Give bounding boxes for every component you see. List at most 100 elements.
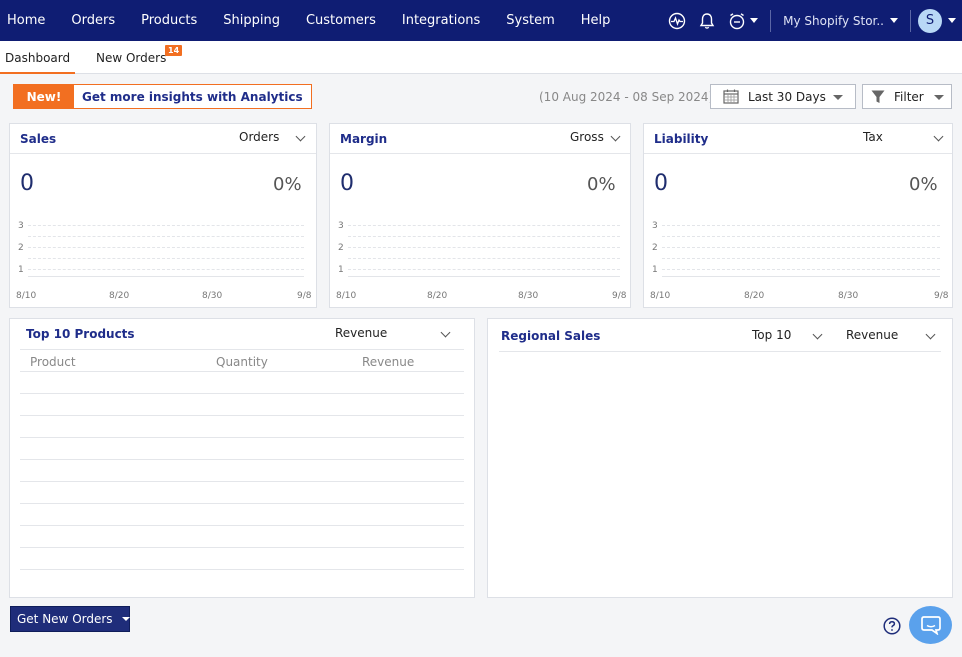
nav-right-tools: My Shopify Stor.. S — [668, 0, 962, 41]
grid-line — [348, 258, 620, 259]
grid-line — [662, 269, 940, 270]
regional-top-select[interactable]: Top 10 — [752, 328, 791, 342]
y-tick: 3 — [338, 221, 344, 231]
promo-text[interactable]: Get more insights with Analytics — [74, 85, 311, 108]
x-tick: 9/8 — [934, 291, 949, 301]
tab-new-orders[interactable]: New Orders — [96, 51, 166, 65]
top-products-title: Top 10 Products — [26, 327, 135, 341]
x-tick: 9/8 — [297, 291, 312, 301]
chevron-down-icon[interactable] — [610, 131, 621, 142]
tab-dashboard[interactable]: Dashboard — [0, 51, 76, 74]
y-tick: 2 — [18, 243, 24, 253]
regional-sales-title: Regional Sales — [501, 329, 601, 343]
nav-help[interactable]: Help — [581, 13, 611, 28]
x-axis-line — [28, 276, 304, 277]
nav-system[interactable]: System — [506, 13, 554, 28]
sales-metric-select[interactable]: Orders — [239, 130, 279, 144]
x-tick: 8/10 — [650, 291, 671, 301]
table-row — [20, 437, 464, 438]
chat-icon — [920, 615, 942, 635]
margin-card: Margin Gross 0 0% 3 2 1 8/10 8/20 8/30 9… — [329, 123, 631, 308]
nav-customers[interactable]: Customers — [306, 13, 376, 28]
chevron-down-icon — [890, 18, 898, 23]
top-products-metric-select[interactable]: Revenue — [335, 326, 387, 340]
nav-products[interactable]: Products — [141, 13, 197, 28]
chevron-down-icon[interactable] — [121, 617, 130, 621]
period-label: Last 30 Days — [748, 89, 826, 104]
grid-line — [662, 236, 940, 237]
liability-title: Liability — [654, 132, 709, 146]
period-select[interactable]: Last 30 Days — [710, 84, 856, 109]
sales-value: 0 — [20, 171, 34, 196]
top-nav: Home Orders Products Shipping Customers … — [0, 0, 962, 41]
x-tick: 8/20 — [427, 291, 448, 301]
liability-metric-select[interactable]: Tax — [863, 130, 883, 144]
store-name: My Shopify Stor.. — [783, 13, 884, 28]
y-tick: 1 — [18, 265, 24, 275]
x-tick: 8/10 — [16, 291, 37, 301]
sales-card: Sales Orders 0 0% 3 2 1 8/10 8/20 8/30 9… — [9, 123, 317, 308]
analytics-promo[interactable]: New! Get more insights with Analytics — [13, 84, 312, 109]
grid-line — [662, 247, 940, 248]
chevron-down-icon[interactable] — [750, 18, 759, 23]
divider — [10, 153, 316, 154]
column-header-product[interactable]: Product — [30, 355, 76, 369]
get-new-orders-button[interactable]: Get New Orders — [10, 606, 130, 632]
table-row — [20, 415, 464, 416]
grid-line — [28, 236, 304, 237]
nav-home[interactable]: Home — [7, 13, 45, 28]
chevron-down-icon[interactable] — [933, 131, 944, 142]
margin-title: Margin — [340, 132, 388, 146]
alarm-clock-icon[interactable] — [728, 12, 746, 30]
sales-title: Sales — [20, 132, 57, 146]
liability-change: 0% — [909, 174, 938, 195]
chevron-down-icon — [934, 95, 944, 100]
chevron-down-icon[interactable] — [812, 329, 823, 340]
x-axis-line — [662, 276, 940, 277]
x-tick: 8/20 — [109, 291, 130, 301]
table-row — [20, 569, 464, 570]
calendar-icon — [723, 89, 739, 104]
x-tick: 8/30 — [202, 291, 223, 301]
bell-icon[interactable] — [698, 12, 716, 30]
new-orders-badge: 14 — [165, 45, 183, 56]
x-tick: 9/8 — [612, 291, 627, 301]
filter-button[interactable]: Filter — [862, 84, 952, 109]
promo-new-label: New! — [14, 85, 74, 108]
divider — [330, 153, 630, 154]
grid-line — [28, 225, 304, 226]
divider — [644, 153, 952, 154]
chevron-down-icon[interactable] — [925, 329, 936, 340]
grid-line — [28, 247, 304, 248]
column-header-quantity[interactable]: Quantity — [216, 355, 268, 369]
chevron-down-icon[interactable] — [440, 327, 451, 338]
x-tick: 8/30 — [838, 291, 859, 301]
y-tick: 3 — [652, 221, 658, 231]
y-tick: 2 — [338, 243, 344, 253]
margin-metric-select[interactable]: Gross — [570, 130, 604, 144]
column-header-revenue[interactable]: Revenue — [362, 355, 414, 369]
chat-button[interactable] — [909, 606, 952, 644]
nav-integrations[interactable]: Integrations — [402, 13, 480, 28]
x-tick: 8/20 — [744, 291, 765, 301]
chevron-down-icon[interactable] — [948, 18, 956, 23]
nav-shipping[interactable]: Shipping — [223, 13, 280, 28]
divider — [499, 351, 941, 352]
liability-value: 0 — [654, 171, 668, 196]
store-selector[interactable]: My Shopify Stor.. — [783, 14, 898, 28]
nav-orders[interactable]: Orders — [71, 13, 115, 28]
y-tick: 1 — [338, 265, 344, 275]
regional-metric-select[interactable]: Revenue — [846, 328, 898, 342]
get-new-orders-label: Get New Orders — [17, 612, 113, 626]
divider — [910, 9, 911, 32]
filter-label: Filter — [894, 89, 924, 104]
chevron-down-icon[interactable] — [295, 131, 306, 142]
help-icon[interactable] — [883, 617, 901, 635]
grid-line — [348, 247, 620, 248]
activity-icon[interactable] — [668, 12, 686, 30]
grid-line — [28, 269, 304, 270]
date-range-text: (10 Aug 2024 - 08 Sep 2024) — [539, 90, 714, 104]
margin-value: 0 — [340, 171, 354, 196]
grid-line — [348, 269, 620, 270]
avatar[interactable]: S — [918, 8, 942, 33]
